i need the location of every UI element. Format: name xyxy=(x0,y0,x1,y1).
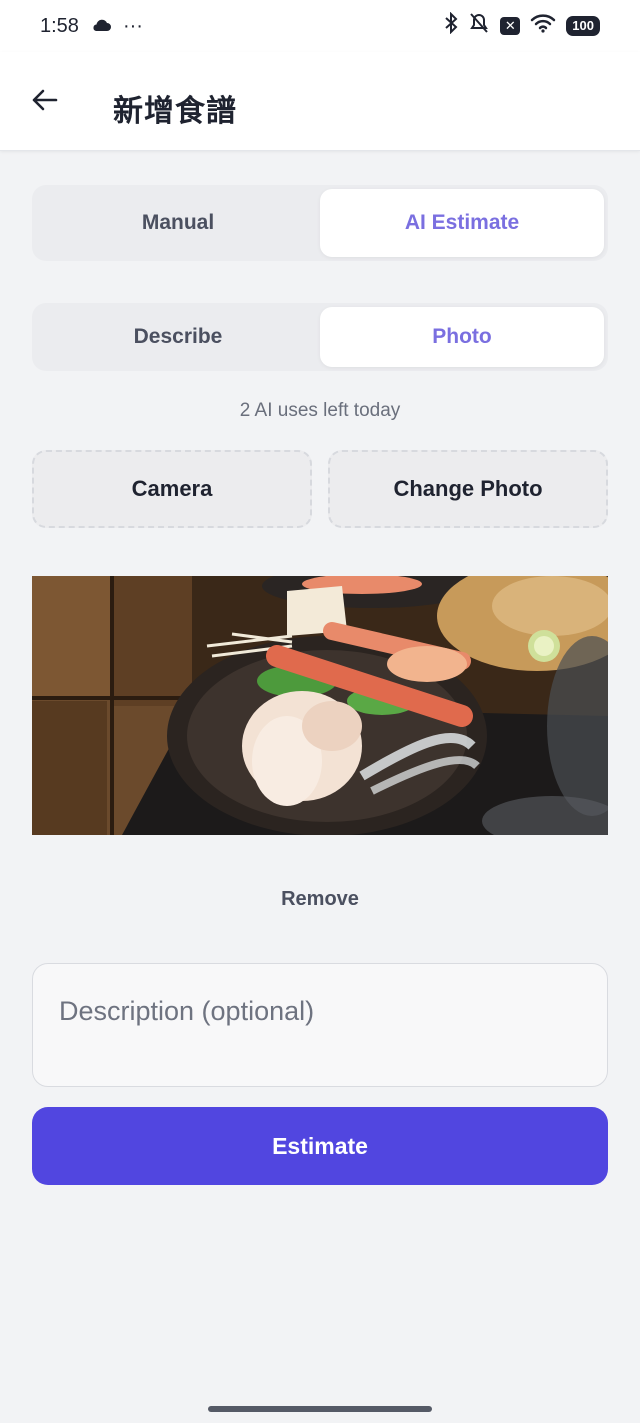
mute-icon xyxy=(468,12,490,40)
status-bar: 1:58 ··· ✕ 100 xyxy=(0,0,640,52)
app-bar: 新增食譜 xyxy=(0,52,640,151)
back-button[interactable] xyxy=(24,82,64,122)
change-photo-button[interactable]: Change Photo xyxy=(328,450,608,528)
description-input[interactable] xyxy=(33,964,607,1086)
tab-photo[interactable]: Photo xyxy=(320,307,604,367)
home-indicator[interactable] xyxy=(208,1406,432,1412)
wifi-icon xyxy=(530,13,556,39)
page-title: 新增食譜 xyxy=(113,95,237,128)
cloud-icon xyxy=(91,15,111,38)
estimate-button[interactable]: Estimate xyxy=(32,1107,608,1185)
arrow-left-icon xyxy=(30,88,58,117)
x-notification-icon: ✕ xyxy=(500,17,521,35)
camera-button[interactable]: Camera xyxy=(32,450,312,528)
ai-uses-left-text: 2 AI uses left today xyxy=(239,400,401,421)
description-field[interactable] xyxy=(32,963,608,1087)
tab-ai-estimate[interactable]: AI Estimate xyxy=(320,189,604,257)
input-segmented-control: Describe Photo xyxy=(32,303,608,371)
more-notifications-icon: ··· xyxy=(122,14,143,37)
tab-describe[interactable]: Describe xyxy=(36,307,320,367)
food-photo-preview xyxy=(32,576,608,835)
tab-manual[interactable]: Manual xyxy=(36,189,320,257)
remove-photo-button[interactable]: Remove xyxy=(0,888,640,911)
status-time: 1:58 xyxy=(40,14,79,37)
battery-icon: 100 xyxy=(566,16,600,36)
status-right: ✕ 100 xyxy=(444,11,600,40)
status-left: 1:58 ··· xyxy=(40,15,143,38)
bluetooth-icon xyxy=(444,11,458,40)
mode-segmented-control: Manual AI Estimate xyxy=(32,185,608,261)
